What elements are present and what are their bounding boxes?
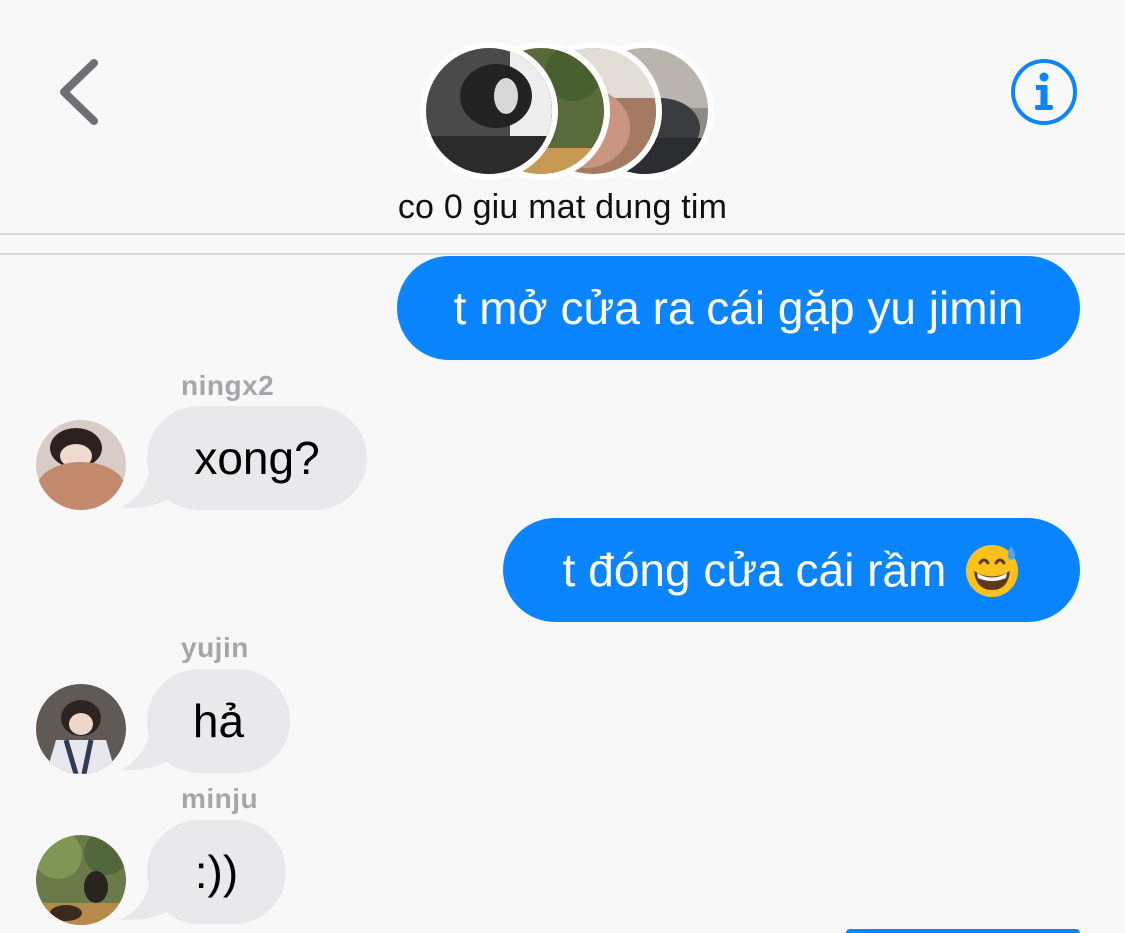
group-avatar-stack[interactable]: [414, 42, 714, 180]
info-button[interactable]: [1010, 58, 1078, 126]
message-text: hả: [192, 695, 245, 747]
received-message-bubble[interactable]: xong?: [147, 406, 367, 510]
chevron-left-icon: [60, 59, 98, 125]
sender-name: ningx2: [181, 370, 275, 401]
sender-avatar[interactable]: [36, 835, 126, 925]
sent-message-bubble[interactable]: [846, 929, 1080, 933]
sent-message-bubble[interactable]: t mở cửa ra cái gặp yu jimin: [397, 256, 1080, 360]
sender-avatar[interactable]: [36, 420, 126, 510]
sender-avatar[interactable]: [36, 684, 126, 774]
message-text: t đóng cửa cái rầm: [562, 544, 947, 596]
message-text: :)): [194, 846, 239, 898]
received-message-bubble[interactable]: hả: [147, 669, 290, 773]
info-circle-icon: [1011, 59, 1077, 125]
sender-name: minju: [181, 783, 259, 814]
received-message-bubble[interactable]: :)): [147, 820, 286, 924]
group-member-avatar: [420, 42, 558, 180]
message-text: t mở cửa ra cái gặp yu jimin: [453, 282, 1024, 334]
sent-message-bubble[interactable]: t đóng cửa cái rầm: [503, 518, 1080, 622]
conversation-header: co 0 giu mat dung tim: [0, 0, 1125, 233]
header-divider: [0, 253, 1125, 255]
sender-name: yujin: [181, 632, 249, 663]
back-button[interactable]: [52, 55, 112, 129]
message-text: xong?: [194, 432, 320, 484]
header-divider: [0, 233, 1125, 235]
grinning-face-with-sweat-icon: [964, 542, 1020, 598]
group-name[interactable]: co 0 giu mat dung tim: [0, 188, 1125, 227]
